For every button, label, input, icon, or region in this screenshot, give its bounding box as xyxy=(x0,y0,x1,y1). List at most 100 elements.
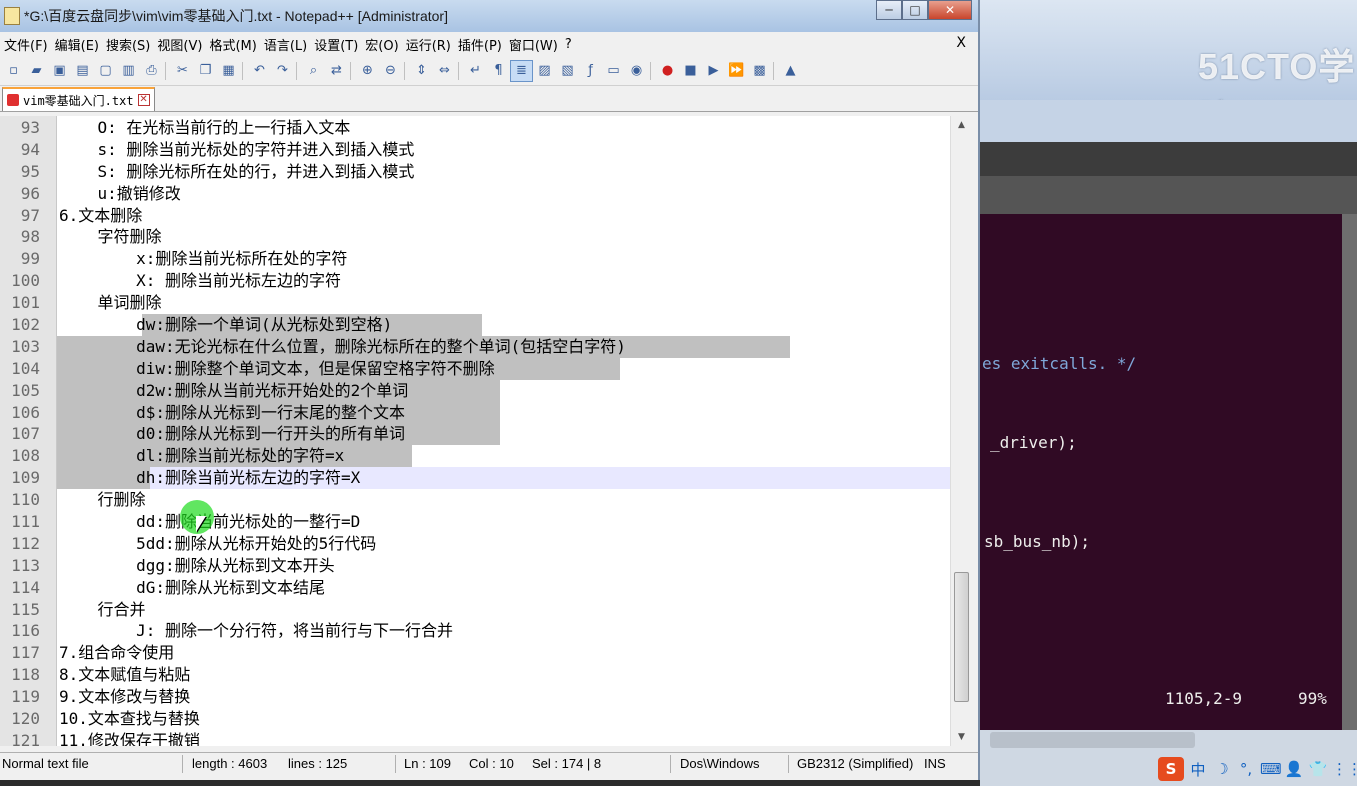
vertical-scrollbar[interactable]: ▲ ▼ xyxy=(950,116,972,746)
run-macro-multiple-icon[interactable]: ⏩ xyxy=(725,60,748,82)
moon-icon[interactable]: ☽ xyxy=(1212,760,1232,778)
status-encoding[interactable]: GB2312 (Simplified) xyxy=(797,756,913,771)
scroll-down-icon[interactable]: ▼ xyxy=(951,728,972,746)
editor-line[interactable]: 98 字符删除 xyxy=(0,226,950,248)
line-text[interactable]: u:撤销修改 xyxy=(59,183,181,205)
function-list-icon[interactable]: ƒ xyxy=(579,60,602,82)
undo-icon[interactable]: ↶ xyxy=(248,60,271,82)
play-macro-icon[interactable]: ▶ xyxy=(702,60,725,82)
line-text[interactable]: 行删除 xyxy=(59,489,146,511)
close-all-icon[interactable]: ▥ xyxy=(117,60,140,82)
zoom-out-icon[interactable]: ⊖ xyxy=(379,60,402,82)
chinese-mode-icon[interactable]: 中 xyxy=(1188,759,1208,780)
editor-line[interactable]: 121 11.修改保存于撤销 xyxy=(0,730,950,746)
record-macro-icon[interactable]: ● xyxy=(656,60,679,82)
editor-line[interactable]: 110 行删除 xyxy=(0,489,950,511)
maximize-button[interactable]: □ xyxy=(902,0,928,20)
open-file-icon[interactable]: ▰ xyxy=(25,60,48,82)
editor-line[interactable]: 113 dgg:删除从光标到文本开头 xyxy=(0,555,950,577)
line-text[interactable]: 6.文本删除 xyxy=(59,205,142,227)
line-text[interactable]: dgg:删除从光标到文本开头 xyxy=(59,555,335,577)
line-text[interactable]: 单词删除 xyxy=(59,292,162,314)
editor-line[interactable]: 108 dl:删除当前光标处的字符=x xyxy=(0,445,950,468)
line-text[interactable]: diw:删除整个单词文本，但是保留空格字符不删除 xyxy=(59,358,495,380)
doc-map-icon[interactable]: ▧ xyxy=(556,60,579,82)
text-editor[interactable]: 93 O: 在光标当前行的上一行插入文本 94 s: 删除当前光标处的字符并进入到… xyxy=(0,116,972,746)
editor-line[interactable]: 115 行合并 xyxy=(0,599,950,621)
editor-line[interactable]: 100 X: 删除当前光标左边的字符 xyxy=(0,270,950,292)
menu-window[interactable]: 窗口(W) xyxy=(509,35,565,54)
editor-line[interactable]: 117 7.组合命令使用 xyxy=(0,642,950,664)
line-text[interactable]: 9.文本修改与替换 xyxy=(59,686,190,708)
line-text[interactable]: daw:无论光标在什么位置，删除光标所在的整个单词(包括空白字符) xyxy=(59,336,626,358)
line-text[interactable]: J: 删除一个分行符，将当前行与下一行合并 xyxy=(59,620,453,642)
close-window-button[interactable]: ✕ xyxy=(928,0,972,20)
word-wrap-icon[interactable]: ↵ xyxy=(464,60,487,82)
line-text[interactable]: 字符删除 xyxy=(59,226,162,248)
editor-line[interactable]: 120 10.文本查找与替换 xyxy=(0,708,950,730)
line-text[interactable]: dl:删除当前光标处的字符=x xyxy=(59,445,344,467)
copy-icon[interactable]: ❐ xyxy=(194,60,217,82)
menu-macro[interactable]: 宏(O) xyxy=(365,35,405,54)
line-text[interactable]: d0:删除从光标到一行开头的所有单词 xyxy=(59,423,405,445)
status-insert-mode[interactable]: INS xyxy=(924,756,946,771)
minimize-button[interactable]: ─ xyxy=(876,0,902,20)
line-text[interactable]: 10.文本查找与替换 xyxy=(59,708,200,730)
editor-line[interactable]: 96 u:撤销修改 xyxy=(0,183,950,205)
line-text[interactable]: dG:删除从光标到文本结尾 xyxy=(59,577,325,599)
keyboard-icon[interactable]: ⌨ xyxy=(1260,760,1282,778)
print-icon[interactable]: ⎙ xyxy=(140,60,163,82)
editor-line[interactable]: 102 dw:删除一个单词(从光标处到空格) xyxy=(0,314,950,336)
line-text[interactable]: X: 删除当前光标左边的字符 xyxy=(59,270,341,292)
paste-icon[interactable]: ▦ xyxy=(217,60,240,82)
indent-guide-icon[interactable]: ≣ xyxy=(510,59,533,82)
new-file-icon[interactable]: ▫ xyxy=(2,60,25,82)
menu-search[interactable]: 搜索(S) xyxy=(106,35,157,54)
menu-settings[interactable]: 设置(T) xyxy=(314,35,365,54)
editor-line[interactable]: 103 daw:无论光标在什么位置，删除光标所在的整个单词(包括空白字符) xyxy=(0,335,950,358)
save-macro-icon[interactable]: ▩ xyxy=(748,60,771,82)
background-hscrollbar[interactable] xyxy=(990,732,1195,748)
editor-line[interactable]: 116 J: 删除一个分行符，将当前行与下一行合并 xyxy=(0,620,950,642)
sogou-ime-icon[interactable]: S xyxy=(1158,757,1184,781)
line-text[interactable]: dw:删除一个单词(从光标处到空格) xyxy=(59,314,392,336)
editor-line[interactable]: 112 5dd:删除从光标开始处的5行代码 xyxy=(0,533,950,555)
menu-view[interactable]: 视图(V) xyxy=(157,35,209,54)
editor-line[interactable]: 118 8.文本赋值与粘贴 xyxy=(0,664,950,686)
close-icon[interactable]: ▢ xyxy=(94,60,117,82)
line-text[interactable]: d2w:删除从当前光标开始处的2个单词 xyxy=(59,380,408,402)
user-icon[interactable]: 👤 xyxy=(1284,760,1304,778)
redo-icon[interactable]: ↷ xyxy=(271,60,294,82)
editor-line[interactable]: 95 S: 删除光标所在处的行，并进入到插入模式 xyxy=(0,161,950,183)
editor-line[interactable]: 93 O: 在光标当前行的上一行插入文本 xyxy=(0,117,950,139)
editor-line[interactable]: 105 d2w:删除从当前光标开始处的2个单词 xyxy=(0,379,950,402)
skin-icon[interactable]: 👕 xyxy=(1308,760,1328,778)
editor-line[interactable]: 99 x:删除当前光标所在处的字符 xyxy=(0,248,950,270)
menu-format[interactable]: 格式(M) xyxy=(209,35,263,54)
menu-edit[interactable]: 编辑(E) xyxy=(55,35,106,54)
save-all-icon[interactable]: ▤ xyxy=(71,60,94,82)
folder-workspace-icon[interactable]: ▭ xyxy=(602,60,625,82)
find-icon[interactable]: ⌕ xyxy=(302,60,325,82)
line-text[interactable]: 7.组合命令使用 xyxy=(59,642,174,664)
title-bar[interactable]: *G:\百度云盘同步\vim\vim零基础入门.txt - Notepad++ … xyxy=(0,0,978,32)
line-text[interactable]: dh:删除当前光标左边的字符=X xyxy=(59,467,360,489)
monitor-icon[interactable]: ◉ xyxy=(625,60,648,82)
editor-line[interactable]: 107 d0:删除从光标到一行开头的所有单词 xyxy=(0,423,950,446)
menu-plugins[interactable]: 插件(P) xyxy=(458,35,509,54)
status-eol[interactable]: Dos\Windows xyxy=(680,756,759,771)
editor-line[interactable]: 106 d$:删除从光标到一行末尾的整个文本 xyxy=(0,401,950,424)
all-chars-icon[interactable]: ¶ xyxy=(487,60,510,82)
line-text[interactable]: 8.文本赋值与粘贴 xyxy=(59,664,190,686)
line-text[interactable]: 行合并 xyxy=(59,599,146,621)
menu-language[interactable]: 语言(L) xyxy=(264,35,314,54)
udl-icon[interactable]: ▨ xyxy=(533,60,556,82)
line-text[interactable]: x:删除当前光标所在处的字符 xyxy=(59,248,347,270)
menu-help[interactable]: ? xyxy=(565,37,579,52)
editor-line[interactable]: 111 dd:删除当前光标处的一整行=D xyxy=(0,511,950,533)
editor-line[interactable]: 109 dh:删除当前光标左边的字符=X xyxy=(0,467,950,490)
sync-h-icon[interactable]: ⇔ xyxy=(433,60,456,82)
editor-line[interactable]: 114 dG:删除从光标到文本结尾 xyxy=(0,577,950,599)
stop-macro-icon[interactable]: ■ xyxy=(679,60,702,82)
save-icon[interactable]: ▣ xyxy=(48,60,71,82)
